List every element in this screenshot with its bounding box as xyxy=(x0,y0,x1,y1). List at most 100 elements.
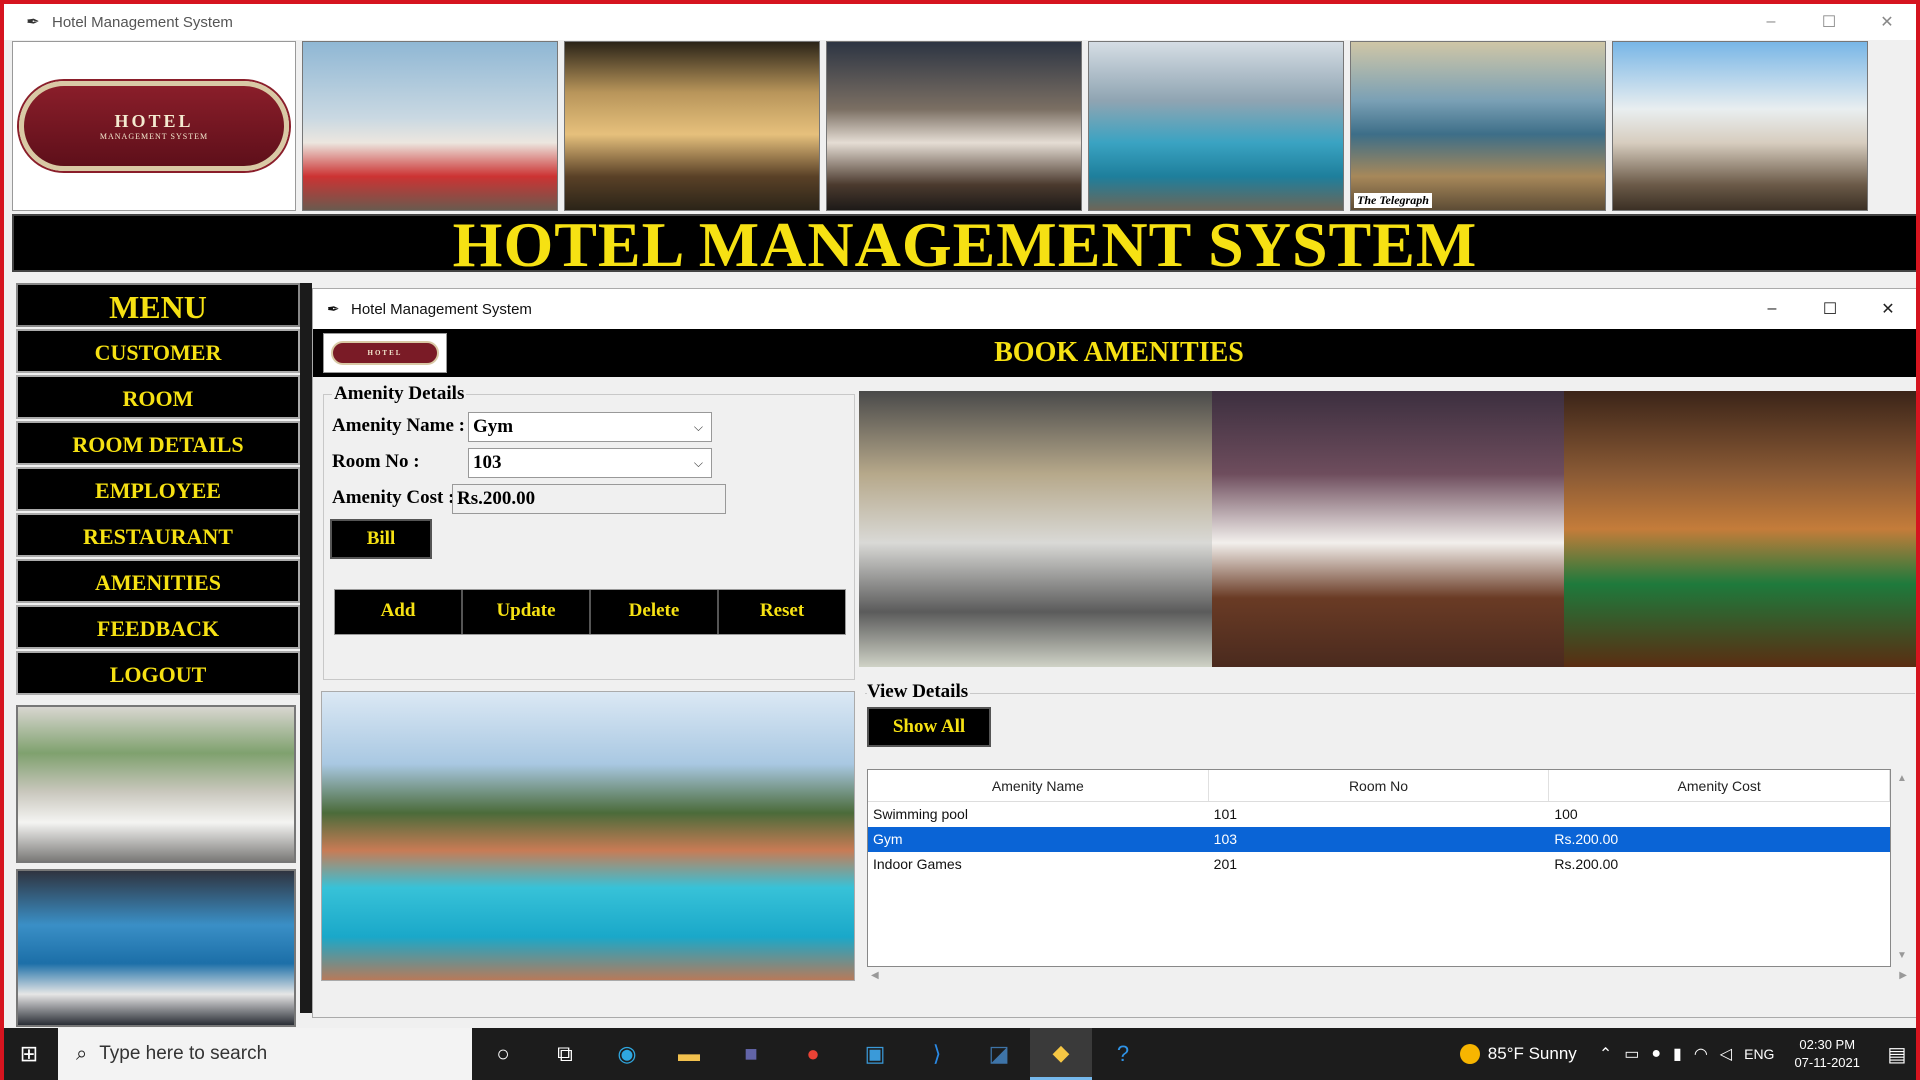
inner-window-title: Hotel Management System xyxy=(351,300,532,318)
menu-item-room[interactable]: ROOM xyxy=(16,375,300,419)
scroll-down-icon[interactable]: ▼ xyxy=(1893,950,1911,961)
side-photo-room xyxy=(16,705,296,863)
reset-button[interactable]: Reset xyxy=(719,590,845,634)
cell-amenity-cost: 100 xyxy=(1554,806,1578,822)
hotel-logo: HOTEL MANAGEMENT SYSTEM xyxy=(12,41,296,211)
help-icon[interactable]: ? xyxy=(1092,1028,1154,1080)
file-explorer-icon[interactable]: ▬ xyxy=(658,1028,720,1080)
amenity-cost-field[interactable]: Rs.200.00 xyxy=(452,484,726,514)
amenity-name-label: Amenity Name : xyxy=(332,415,465,436)
cell-amenity-name: Swimming pool xyxy=(873,806,968,822)
amenity-name-combobox[interactable]: Gym ⌵ xyxy=(468,412,712,442)
column-header-amenity-name[interactable]: Amenity Name xyxy=(868,770,1209,801)
column-header-room-no[interactable]: Room No xyxy=(1209,770,1550,801)
view-details-title: View Details xyxy=(867,681,971,703)
vscode-icon[interactable]: ⟩ xyxy=(906,1028,968,1080)
menu-item-restaurant[interactable]: RESTAURANT xyxy=(16,513,300,557)
logo-subtitle: MANAGEMENT SYSTEM xyxy=(99,132,209,141)
task-view-icon[interactable]: ⧉ xyxy=(534,1028,596,1080)
add-button[interactable]: Add xyxy=(335,590,463,634)
battery-icon[interactable]: ▮ xyxy=(1673,1044,1682,1064)
pool-photo xyxy=(321,691,855,981)
menu-item-feedback[interactable]: FEEDBACK xyxy=(16,605,300,649)
amenity-photos xyxy=(859,391,1918,667)
spa-photo xyxy=(1211,391,1565,667)
feather-icon: ✒ xyxy=(327,301,340,318)
chevron-up-icon[interactable]: ⌃ xyxy=(1599,1044,1612,1064)
window-controls: – ☐ ✕ xyxy=(1742,4,1916,40)
chrome-icon[interactable]: ● xyxy=(782,1028,844,1080)
inner-titlebar[interactable]: ✒ Hotel Management System – ☐ ✕ xyxy=(313,289,1917,329)
bill-button[interactable]: Bill xyxy=(330,519,432,559)
menu-item-customer[interactable]: CUSTOMER xyxy=(16,329,300,373)
hotel-photo-lounge: The Telegraph xyxy=(1350,41,1606,211)
teams-icon[interactable]: ■ xyxy=(720,1028,782,1080)
clock-date: 07-11-2021 xyxy=(1794,1055,1860,1070)
side-menu: MENU CUSTOMER ROOM ROOM DETAILS EMPLOYEE… xyxy=(16,283,300,1027)
inner-minimize-button[interactable]: – xyxy=(1743,289,1801,329)
hotel-photo-terrace xyxy=(1612,41,1868,211)
app-icon[interactable]: ◪ xyxy=(968,1028,1030,1080)
meet-icon[interactable]: ▭ xyxy=(1624,1044,1639,1064)
room-no-combobox[interactable]: 103 ⌵ xyxy=(468,448,712,478)
main-headline: HOTEL MANAGEMENT SYSTEM xyxy=(12,213,1918,277)
hotel-photo-suite xyxy=(826,41,1082,211)
maximize-button[interactable]: ☐ xyxy=(1800,4,1858,40)
weather-widget[interactable]: 85°F Sunny xyxy=(1459,1044,1577,1064)
cortana-icon[interactable]: ○ xyxy=(472,1028,534,1080)
language-indicator[interactable]: ENG xyxy=(1744,1046,1774,1062)
search-icon: ⌕ xyxy=(76,1042,88,1065)
scroll-left-icon[interactable]: ◀ xyxy=(871,970,879,981)
edge-icon[interactable]: ◉ xyxy=(596,1028,658,1080)
table-vertical-scrollbar[interactable]: ▲ ▼ xyxy=(1893,769,1911,967)
microphone-icon[interactable]: ● xyxy=(1651,1045,1661,1063)
menu-item-amenities[interactable]: AMENITIES xyxy=(16,559,300,603)
notification-icon[interactable]: ▤ xyxy=(1874,1042,1920,1067)
cell-room-no: 103 xyxy=(1213,831,1238,847)
show-all-button[interactable]: Show All xyxy=(867,707,991,747)
search-placeholder: Type here to search xyxy=(99,1043,268,1064)
menu-item-logout[interactable]: LOGOUT xyxy=(16,651,300,695)
delete-button[interactable]: Delete xyxy=(591,590,719,634)
scroll-right-icon[interactable]: ▶ xyxy=(1899,970,1907,981)
hotel-photo-indoor-pool xyxy=(1088,41,1344,211)
update-button[interactable]: Update xyxy=(463,590,591,634)
cell-room-no: 101 xyxy=(1213,806,1238,822)
table-row-selected[interactable]: Gym 103 Rs.200.00 xyxy=(868,827,1890,852)
menu-title: MENU xyxy=(16,283,300,327)
gym-photo xyxy=(859,391,1212,667)
book-amenities-window: ✒ Hotel Management System – ☐ ✕ BOOK AME… xyxy=(312,288,1919,1018)
taskbar-search[interactable]: ⌕ Type here to search xyxy=(58,1028,472,1080)
python-icon[interactable]: ◆ xyxy=(1030,1028,1092,1080)
clock[interactable]: 02:30 PM 07-11-2021 xyxy=(1794,1036,1860,1072)
amenity-name-value: Gym xyxy=(473,416,514,437)
column-header-amenity-cost[interactable]: Amenity Cost xyxy=(1549,770,1891,801)
windows-start-icon[interactable]: ⊞ xyxy=(0,1028,58,1080)
inner-window-controls: – ☐ ✕ xyxy=(1743,289,1917,329)
photos-icon[interactable]: ▣ xyxy=(844,1028,906,1080)
cell-amenity-cost: Rs.200.00 xyxy=(1554,856,1619,872)
inner-close-button[interactable]: ✕ xyxy=(1859,289,1917,329)
menu-item-employee[interactable]: EMPLOYEE xyxy=(16,467,300,511)
inner-maximize-button[interactable]: ☐ xyxy=(1801,289,1859,329)
room-no-value: 103 xyxy=(473,452,502,473)
chevron-down-icon[interactable]: ⌵ xyxy=(694,413,703,441)
window-title: Hotel Management System xyxy=(52,13,233,31)
sun-icon xyxy=(1459,1044,1480,1064)
table-header: Amenity Name Room No Amenity Cost xyxy=(868,770,1891,802)
scroll-up-icon[interactable]: ▲ xyxy=(1893,773,1911,784)
table-row[interactable]: Indoor Games 201 Rs.200.00 xyxy=(868,852,1890,877)
taskbar: ⊞ ⌕ Type here to search ○ ⧉ ◉ ▬ ■ ● ▣ ⟩ … xyxy=(0,1028,1920,1080)
chevron-down-icon[interactable]: ⌵ xyxy=(694,449,703,477)
table-horizontal-scrollbar[interactable]: ◀ ▶ xyxy=(867,969,1911,985)
table-row[interactable]: Swimming pool 101 100 xyxy=(868,802,1890,827)
main-titlebar[interactable]: ✒ Hotel Management System – ☐ ✕ xyxy=(4,4,1916,40)
volume-icon[interactable]: ◁ xyxy=(1720,1044,1732,1064)
wifi-icon[interactable]: ◠ xyxy=(1694,1044,1708,1064)
menu-item-room-details[interactable]: ROOM DETAILS xyxy=(16,421,300,465)
minimize-button[interactable]: – xyxy=(1742,4,1800,40)
content-divider xyxy=(300,283,312,1013)
amenities-table[interactable]: Amenity Name Room No Amenity Cost Swimmi… xyxy=(867,769,1891,967)
close-button[interactable]: ✕ xyxy=(1858,4,1916,40)
weather-text: 85°F Sunny xyxy=(1487,1044,1577,1063)
